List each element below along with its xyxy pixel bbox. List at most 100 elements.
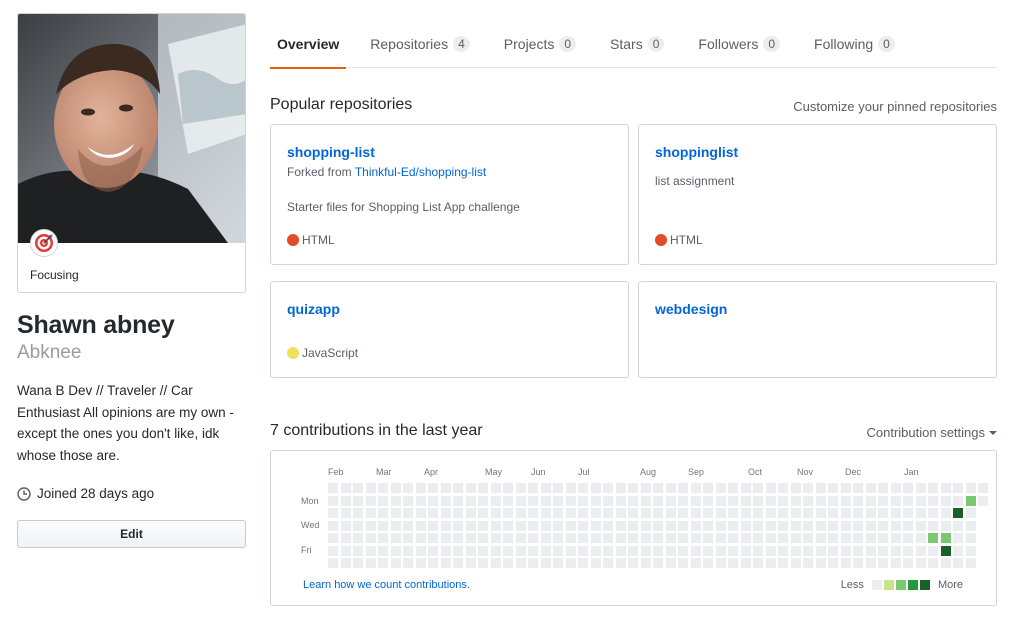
contribution-day[interactable] (678, 545, 688, 556)
contribution-day[interactable] (390, 495, 401, 506)
contribution-day[interactable] (790, 533, 801, 543)
contribution-day[interactable] (903, 495, 913, 506)
contribution-day[interactable] (703, 533, 713, 543)
contribution-day[interactable] (590, 495, 601, 506)
contribution-day[interactable] (753, 533, 763, 543)
contribution-day[interactable] (365, 520, 376, 531)
contribution-day[interactable] (515, 495, 526, 506)
contribution-day[interactable] (428, 533, 438, 543)
contribution-day[interactable] (365, 533, 376, 543)
contribution-day[interactable] (428, 483, 438, 493)
contribution-day[interactable] (878, 558, 888, 568)
contribution-day[interactable] (828, 545, 838, 556)
contribution-day[interactable] (803, 533, 813, 543)
contribution-day[interactable] (840, 533, 851, 543)
contribution-day[interactable] (928, 558, 938, 568)
contribution-day[interactable] (890, 533, 901, 543)
contribution-day[interactable] (653, 483, 663, 493)
contribution-day[interactable] (815, 495, 826, 506)
contribution-day[interactable] (478, 508, 488, 518)
contribution-day[interactable] (615, 483, 626, 493)
contribution-day[interactable] (915, 508, 926, 518)
tab-following[interactable]: Following 0 (806, 20, 903, 68)
contribution-day[interactable] (528, 533, 538, 543)
contribution-day[interactable] (778, 558, 788, 568)
contribution-day[interactable] (665, 483, 676, 493)
contribution-day[interactable] (415, 483, 426, 493)
contribution-day[interactable] (440, 545, 451, 556)
contribution-day[interactable] (803, 495, 813, 506)
contribution-day[interactable] (490, 495, 501, 506)
contribution-day[interactable] (903, 483, 913, 493)
contribution-day[interactable] (353, 533, 363, 543)
contribution-day[interactable] (740, 508, 751, 518)
contribution-day[interactable] (740, 558, 751, 568)
contribution-day[interactable] (940, 495, 951, 506)
contribution-day[interactable] (703, 495, 713, 506)
contribution-day[interactable] (403, 495, 413, 506)
contribution-day[interactable] (803, 545, 813, 556)
contribution-day[interactable] (890, 483, 901, 493)
contribution-day[interactable] (478, 483, 488, 493)
contribution-day[interactable] (515, 483, 526, 493)
contribution-day[interactable] (753, 495, 763, 506)
contribution-day[interactable] (415, 558, 426, 568)
contribution-day[interactable] (778, 545, 788, 556)
contribution-day[interactable] (953, 558, 963, 568)
contribution-day[interactable] (553, 545, 563, 556)
contribution-day[interactable] (865, 520, 876, 531)
contribution-day[interactable] (628, 545, 638, 556)
contribution-day[interactable] (615, 545, 626, 556)
contribution-day[interactable] (340, 533, 351, 543)
contribution-day[interactable] (815, 483, 826, 493)
contribution-day[interactable] (678, 483, 688, 493)
contribution-day[interactable] (765, 495, 776, 506)
contribution-day[interactable] (878, 545, 888, 556)
contribution-day[interactable] (615, 508, 626, 518)
contribution-day[interactable] (615, 558, 626, 568)
contribution-day[interactable] (715, 495, 726, 506)
contribution-day[interactable] (540, 545, 551, 556)
contribution-day[interactable] (615, 520, 626, 531)
contribution-day[interactable] (578, 558, 588, 568)
contribution-day[interactable] (665, 520, 676, 531)
contribution-day[interactable] (365, 545, 376, 556)
contribution-day[interactable] (940, 533, 951, 543)
contribution-day[interactable] (815, 545, 826, 556)
contribution-day[interactable] (878, 520, 888, 531)
contribution-day[interactable] (328, 495, 338, 506)
contribution-day[interactable] (640, 483, 651, 493)
fork-source-link[interactable]: Thinkful-Ed/shopping-list (355, 165, 486, 179)
contribution-day[interactable] (565, 545, 576, 556)
contribution-day[interactable] (603, 545, 613, 556)
contribution-day[interactable] (928, 483, 938, 493)
contribution-day[interactable] (465, 558, 476, 568)
contribution-day[interactable] (678, 533, 688, 543)
contribution-day[interactable] (728, 495, 738, 506)
status-emoji[interactable] (30, 229, 58, 257)
contribution-day[interactable] (440, 533, 451, 543)
contribution-day[interactable] (853, 508, 863, 518)
contribution-day[interactable] (803, 558, 813, 568)
contribution-day[interactable] (328, 483, 338, 493)
contribution-day[interactable] (865, 483, 876, 493)
contribution-day[interactable] (403, 483, 413, 493)
contribution-day[interactable] (640, 545, 651, 556)
contribution-day[interactable] (590, 520, 601, 531)
contribution-day[interactable] (515, 558, 526, 568)
contribution-day[interactable] (665, 495, 676, 506)
contribution-day[interactable] (453, 483, 463, 493)
contribution-day[interactable] (503, 545, 513, 556)
contribution-day[interactable] (378, 545, 388, 556)
contribution-day[interactable] (365, 508, 376, 518)
contribution-day[interactable] (940, 558, 951, 568)
contribution-day[interactable] (490, 533, 501, 543)
contribution-day[interactable] (640, 520, 651, 531)
contribution-day[interactable] (553, 520, 563, 531)
contribution-day[interactable] (465, 483, 476, 493)
contribution-day[interactable] (353, 508, 363, 518)
contribution-day[interactable] (653, 533, 663, 543)
contribution-day[interactable] (728, 520, 738, 531)
contribution-day[interactable] (390, 520, 401, 531)
contribution-day[interactable] (428, 508, 438, 518)
